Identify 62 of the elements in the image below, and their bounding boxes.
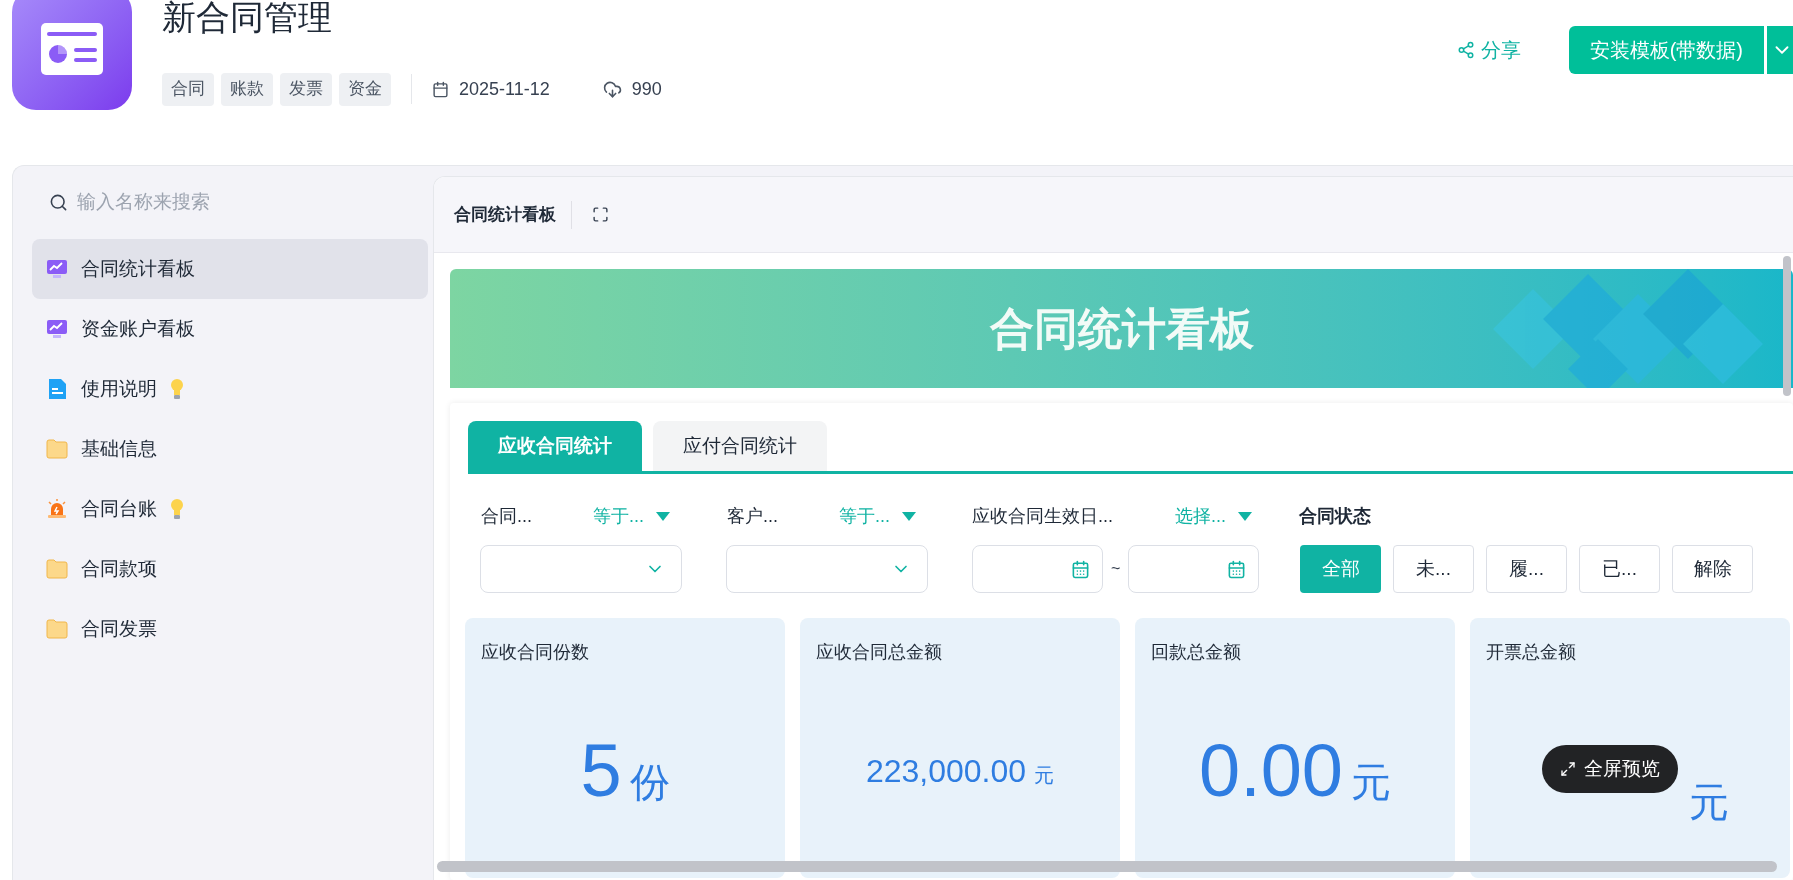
share-icon — [1456, 41, 1475, 59]
status-option[interactable]: 解除 — [1672, 545, 1753, 593]
folder-icon — [46, 559, 68, 579]
status-option[interactable]: 未... — [1393, 545, 1474, 593]
select-field[interactable] — [726, 545, 928, 593]
stat-value: 5 — [580, 728, 622, 814]
status-option[interactable]: 已... — [1579, 545, 1660, 593]
sidebar-item[interactable]: 合同款项 — [32, 539, 428, 599]
calendar-icon — [1071, 559, 1090, 579]
tag: 合同 — [162, 72, 214, 106]
sidebar-item[interactable]: 合同台账 — [32, 479, 428, 539]
stat-value: 223,000.00 — [865, 752, 1027, 791]
sidebar-item[interactable]: 使用说明 — [32, 359, 428, 419]
siren-icon — [46, 498, 68, 520]
search-icon — [49, 192, 68, 212]
filter-label: 客户... — [727, 504, 778, 528]
tab[interactable]: 应付合同统计 — [653, 421, 827, 471]
download-icon — [602, 79, 622, 99]
folder-icon — [46, 619, 68, 639]
filter-label: 应收合同生效日... — [972, 504, 1113, 528]
app-title: 新合同管理 — [162, 0, 333, 37]
date-field[interactable] — [972, 545, 1103, 593]
folder-icon — [46, 439, 68, 459]
panel-title: 合同统计看板 — [454, 203, 556, 226]
stat-unit: 份 — [629, 759, 670, 806]
sidebar-item[interactable]: 合同统计看板 — [32, 239, 428, 299]
expand-icon — [592, 206, 609, 223]
monitor-chart-icon — [46, 318, 68, 340]
stat-label: 回款总金额 — [1151, 641, 1242, 664]
stat-unit: 元 — [1351, 759, 1391, 806]
filter-label: 合同... — [481, 504, 532, 528]
tag: 账款 — [221, 72, 273, 106]
dashboard-card-icon — [41, 23, 103, 75]
stat-unit: 元 — [1034, 763, 1055, 788]
calendar-icon — [432, 80, 449, 98]
select-field[interactable] — [480, 545, 682, 593]
stat-label: 应收合同总金额 — [816, 641, 943, 664]
tag: 发票 — [280, 72, 332, 106]
stat-label: 开票总金额 — [1486, 641, 1577, 664]
stat-unit: 元 — [1689, 779, 1729, 826]
sidebar-item[interactable]: 基础信息 — [32, 419, 428, 479]
status-option[interactable]: 履... — [1486, 545, 1567, 593]
caret-icon — [1238, 511, 1252, 521]
fullscreen-preview-button[interactable]: 全屏预览 — [1542, 745, 1678, 793]
stat-value: 0.00 — [1199, 728, 1343, 814]
calendar-icon — [1227, 559, 1247, 579]
install-options-button[interactable] — [1767, 26, 1793, 74]
monitor-chart-icon — [46, 258, 68, 280]
status-filter-label: 合同状态 — [1299, 504, 1372, 528]
stat-label: 应收合同份数 — [481, 641, 590, 664]
banner-title: 合同统计看板 — [989, 302, 1254, 355]
publish-date: 2025-11-12 — [459, 77, 550, 101]
caret-icon — [902, 511, 916, 521]
document-icon — [46, 378, 68, 400]
sidebar-item[interactable]: 资金账户看板 — [32, 299, 428, 359]
expand-icon — [1560, 761, 1576, 777]
range-separator: ~ — [1111, 559, 1121, 579]
download-count: 990 — [631, 77, 662, 101]
caret-icon — [656, 511, 670, 521]
date-field[interactable] — [1128, 545, 1260, 593]
tag: 资金 — [339, 72, 391, 106]
sidebar-item[interactable]: 合同发票 — [32, 599, 428, 659]
